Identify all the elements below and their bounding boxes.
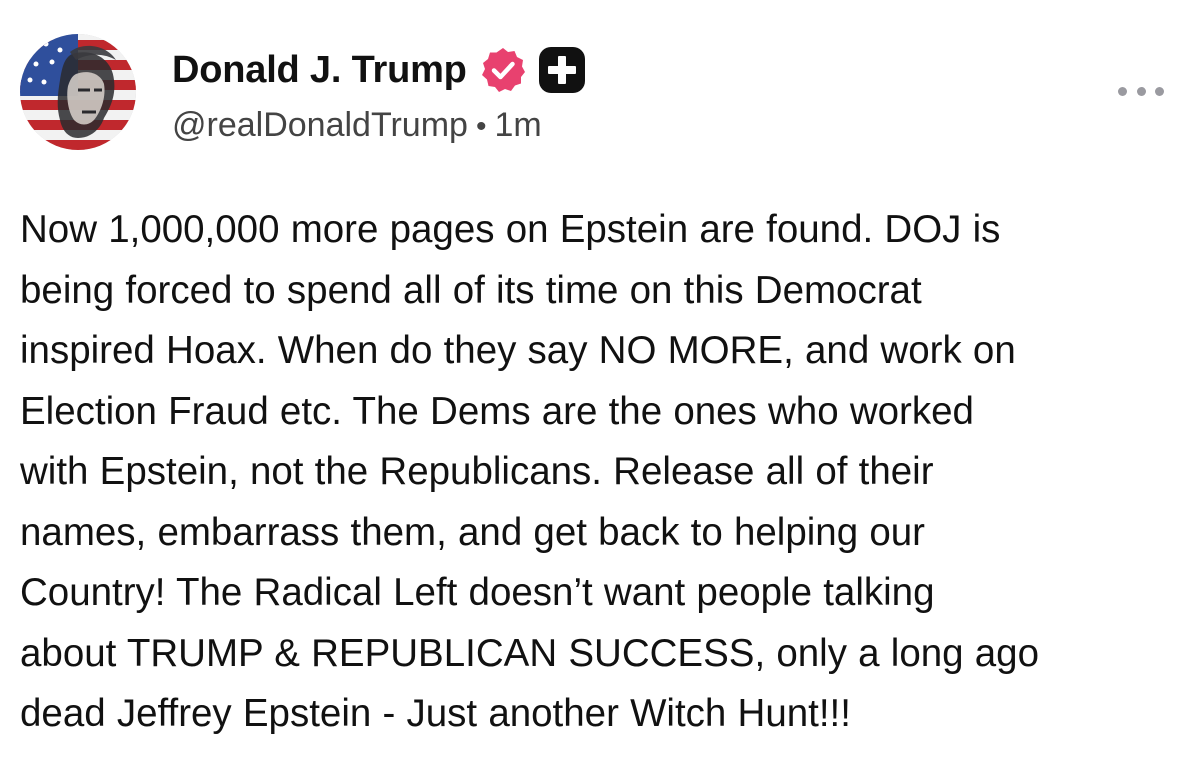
author-name-row: Donald J. Trump bbox=[172, 44, 587, 96]
more-options-icon-dot bbox=[1155, 86, 1164, 96]
verified-badge-icon bbox=[479, 46, 527, 94]
post-body-text: Now 1,000,000 more pages on Epstein are … bbox=[20, 208, 1040, 735]
post-header: Donald J. Trump @realDonaldTrump • 1m bbox=[172, 44, 587, 145]
post-timestamp[interactable]: 1m bbox=[494, 106, 541, 144]
avatar-image bbox=[20, 34, 136, 150]
post-card: Donald J. Trump @realDonaldTrump • 1m No… bbox=[0, 0, 1200, 778]
author-meta-row: @realDonaldTrump • 1m bbox=[172, 106, 587, 145]
meta-separator: • bbox=[475, 110, 487, 143]
plus-badge-icon bbox=[537, 45, 587, 95]
more-options-icon bbox=[1118, 86, 1127, 96]
more-options-icon-dot bbox=[1136, 86, 1146, 96]
author-handle[interactable]: @realDonaldTrump bbox=[172, 106, 468, 144]
author-display-name[interactable]: Donald J. Trump bbox=[172, 49, 467, 92]
profile-avatar[interactable] bbox=[20, 34, 136, 150]
more-options-button[interactable] bbox=[1118, 76, 1164, 106]
